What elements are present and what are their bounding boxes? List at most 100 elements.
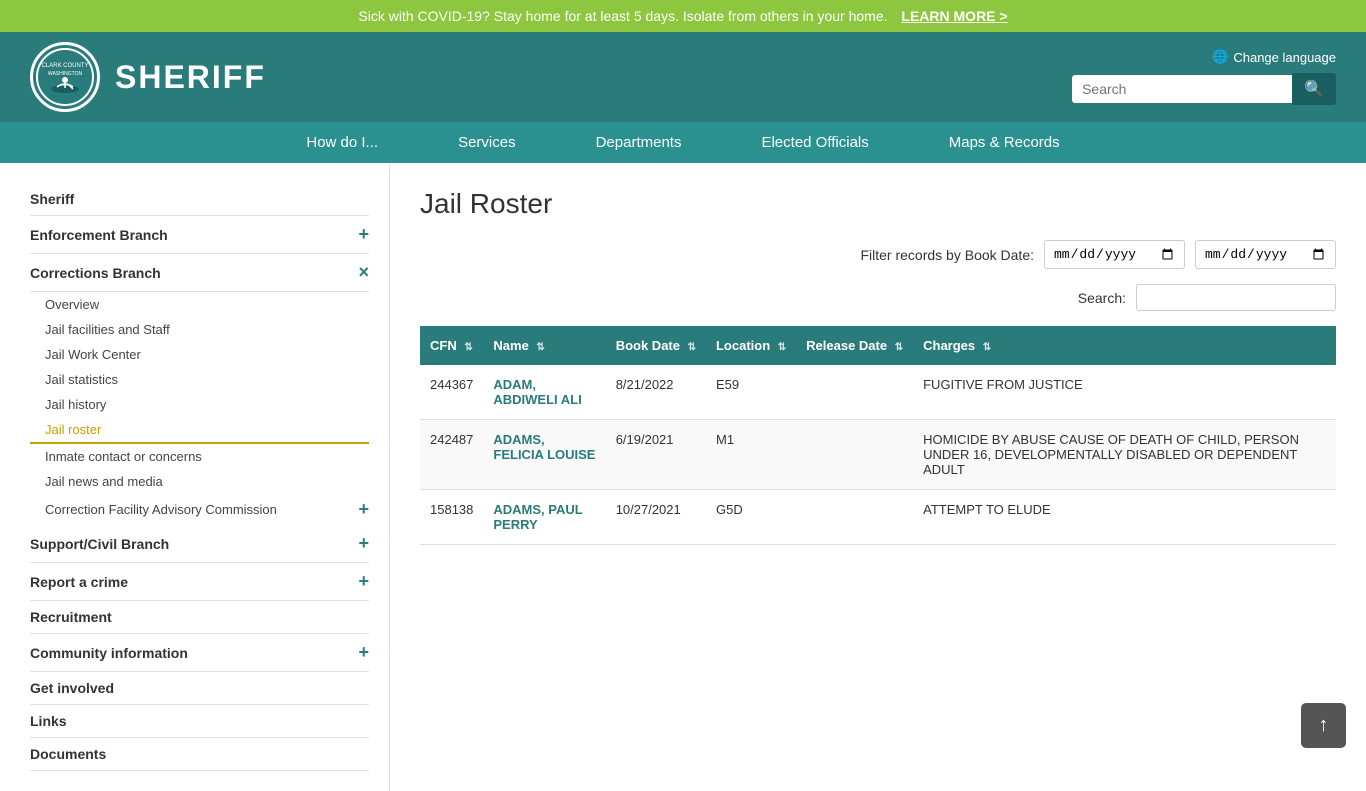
- change-language-button[interactable]: 🌐 Change language: [1212, 49, 1336, 65]
- sidebar-item-jail-statistics[interactable]: Jail statistics: [30, 367, 369, 392]
- search-label: Search:: [1078, 290, 1126, 306]
- header-logo-area: CLARK COUNTY WASHINGTON SHERIFF: [30, 42, 266, 112]
- search-input[interactable]: [1072, 75, 1292, 103]
- sidebar-jail-work-center-label: Jail Work Center: [45, 347, 141, 362]
- col-header-name[interactable]: Name ⇅: [483, 326, 605, 365]
- nav-departments[interactable]: Departments: [556, 122, 722, 163]
- cell-charges: HOMICIDE BY ABUSE CAUSE OF DEATH OF CHIL…: [913, 420, 1336, 490]
- cell-release-date: [796, 490, 913, 545]
- filter-label: Filter records by Book Date:: [860, 247, 1034, 263]
- sidebar-item-support-civil[interactable]: Support/Civil Branch +: [30, 525, 369, 563]
- sidebar-item-jail-news[interactable]: Jail news and media: [30, 469, 369, 494]
- sidebar-item-jail-history[interactable]: Jail history: [30, 392, 369, 417]
- sidebar-support-civil-label: Support/Civil Branch: [30, 536, 169, 552]
- report-crime-toggle-icon: +: [358, 571, 369, 592]
- enforcement-toggle-icon: +: [358, 224, 369, 245]
- covid-message: Sick with COVID-19? Stay home for at lea…: [358, 8, 887, 24]
- sidebar-jail-roster-label: Jail roster: [45, 422, 101, 437]
- sidebar-item-recruitment[interactable]: Recruitment: [30, 601, 369, 634]
- sidebar-item-community[interactable]: Community information +: [30, 634, 369, 672]
- cell-release-date: [796, 365, 913, 420]
- filter-row: Filter records by Book Date:: [420, 240, 1336, 269]
- name-sort-icon: ⇅: [536, 342, 544, 353]
- inmate-name-link[interactable]: ADAMS, PAUL PERRY: [493, 502, 582, 532]
- cell-cfn: 242487: [420, 420, 483, 490]
- corrections-toggle-icon: ×: [358, 262, 369, 283]
- release-date-sort-icon: ⇅: [895, 342, 903, 353]
- book-date-start-input[interactable]: [1044, 240, 1185, 269]
- sidebar-jail-news-label: Jail news and media: [45, 474, 163, 489]
- sidebar-report-crime-label: Report a crime: [30, 574, 128, 590]
- nav-services[interactable]: Services: [418, 122, 556, 163]
- sidebar-item-correction-facility[interactable]: Correction Facility Advisory Commission …: [30, 494, 369, 525]
- header-right: 🌐 Change language 🔍: [1072, 49, 1336, 105]
- cell-charges: FUGITIVE FROM JUSTICE: [913, 365, 1336, 420]
- inmate-name-link[interactable]: ADAMS, FELICIA LOUISE: [493, 432, 595, 462]
- nav-maps-records[interactable]: Maps & Records: [909, 122, 1100, 163]
- cell-book-date: 6/19/2021: [606, 420, 706, 490]
- main-nav: How do I... Services Departments Elected…: [0, 122, 1366, 163]
- sheriff-title: SHERIFF: [115, 59, 266, 96]
- sidebar-item-corrections[interactable]: Corrections Branch ×: [30, 254, 369, 292]
- page-title: Jail Roster: [420, 188, 1336, 220]
- nav-elected-officials[interactable]: Elected Officials: [721, 122, 908, 163]
- sidebar-item-documents[interactable]: Documents: [30, 738, 369, 771]
- sidebar-jail-statistics-label: Jail statistics: [45, 372, 118, 387]
- sidebar-enforcement-label: Enforcement Branch: [30, 227, 168, 243]
- search-row: Search:: [420, 284, 1336, 311]
- sidebar-item-inmate-contact[interactable]: Inmate contact or concerns: [30, 444, 369, 469]
- jail-roster-table: CFN ⇅ Name ⇅ Book Date ⇅ Location ⇅ Rele…: [420, 326, 1336, 545]
- book-date-end-input[interactable]: [1195, 240, 1336, 269]
- community-toggle-icon: +: [358, 642, 369, 663]
- col-header-book-date[interactable]: Book Date ⇅: [606, 326, 706, 365]
- content-wrapper: Sheriff Enforcement Branch + Corrections…: [0, 163, 1366, 791]
- sidebar-item-enforcement[interactable]: Enforcement Branch +: [30, 216, 369, 254]
- sidebar-item-overview[interactable]: Overview: [30, 292, 369, 317]
- covid-banner: Sick with COVID-19? Stay home for at lea…: [0, 0, 1366, 32]
- scroll-top-button[interactable]: ↑: [1301, 703, 1346, 748]
- sidebar-item-get-involved[interactable]: Get involved: [30, 672, 369, 705]
- book-date-sort-icon: ⇅: [688, 342, 696, 353]
- logo: CLARK COUNTY WASHINGTON: [30, 42, 100, 112]
- inmate-name-link[interactable]: ADAM, ABDIWELI ALI: [493, 377, 581, 407]
- sidebar-community-label: Community information: [30, 645, 188, 661]
- col-header-charges[interactable]: Charges ⇅: [913, 326, 1336, 365]
- table-row: 158138ADAMS, PAUL PERRY10/27/2021G5DATTE…: [420, 490, 1336, 545]
- sidebar-item-links[interactable]: Links: [30, 705, 369, 738]
- nav-how-do-i[interactable]: How do I...: [266, 122, 418, 163]
- sidebar-sheriff-label: Sheriff: [30, 191, 74, 207]
- cell-charges: ATTEMPT TO ELUDE: [913, 490, 1336, 545]
- change-language-label: Change language: [1233, 50, 1336, 65]
- sidebar-overview-label: Overview: [45, 297, 99, 312]
- table-row: 244367ADAM, ABDIWELI ALI8/21/2022E59FUGI…: [420, 365, 1336, 420]
- sidebar-item-jail-work-center[interactable]: Jail Work Center: [30, 342, 369, 367]
- main-content: Jail Roster Filter records by Book Date:…: [390, 163, 1366, 791]
- sidebar-item-jail-facilities[interactable]: Jail facilities and Staff: [30, 317, 369, 342]
- cell-release-date: [796, 420, 913, 490]
- learn-more-link[interactable]: LEARN MORE >: [901, 8, 1007, 24]
- table-search-input[interactable]: [1136, 284, 1336, 311]
- support-civil-toggle-icon: +: [358, 533, 369, 554]
- cell-location: G5D: [706, 490, 796, 545]
- correction-facility-toggle-icon: +: [358, 499, 369, 520]
- sidebar: Sheriff Enforcement Branch + Corrections…: [0, 163, 390, 791]
- sidebar-corrections-label: Corrections Branch: [30, 265, 161, 281]
- table-row: 242487ADAMS, FELICIA LOUISE6/19/2021M1HO…: [420, 420, 1336, 490]
- site-header: CLARK COUNTY WASHINGTON SHERIFF 🌐 Change…: [0, 32, 1366, 122]
- table-header-row: CFN ⇅ Name ⇅ Book Date ⇅ Location ⇅ Rele…: [420, 326, 1336, 365]
- sidebar-item-report-crime[interactable]: Report a crime +: [30, 563, 369, 601]
- sidebar-item-jail-roster[interactable]: Jail roster: [30, 417, 369, 444]
- sidebar-item-sheriff[interactable]: Sheriff: [30, 183, 369, 216]
- col-header-cfn[interactable]: CFN ⇅: [420, 326, 483, 365]
- sidebar-recruitment-label: Recruitment: [30, 609, 112, 625]
- search-button[interactable]: 🔍: [1292, 73, 1336, 105]
- location-sort-icon: ⇅: [778, 342, 786, 353]
- globe-icon: 🌐: [1212, 49, 1228, 65]
- col-header-release-date[interactable]: Release Date ⇅: [796, 326, 913, 365]
- charges-sort-icon: ⇅: [983, 342, 991, 353]
- sidebar-inmate-contact-label: Inmate contact or concerns: [45, 449, 202, 464]
- col-header-location[interactable]: Location ⇅: [706, 326, 796, 365]
- sidebar-jail-facilities-label: Jail facilities and Staff: [45, 322, 170, 337]
- sidebar-correction-facility-label: Correction Facility Advisory Commission: [45, 502, 277, 517]
- sidebar-get-involved-label: Get involved: [30, 680, 114, 696]
